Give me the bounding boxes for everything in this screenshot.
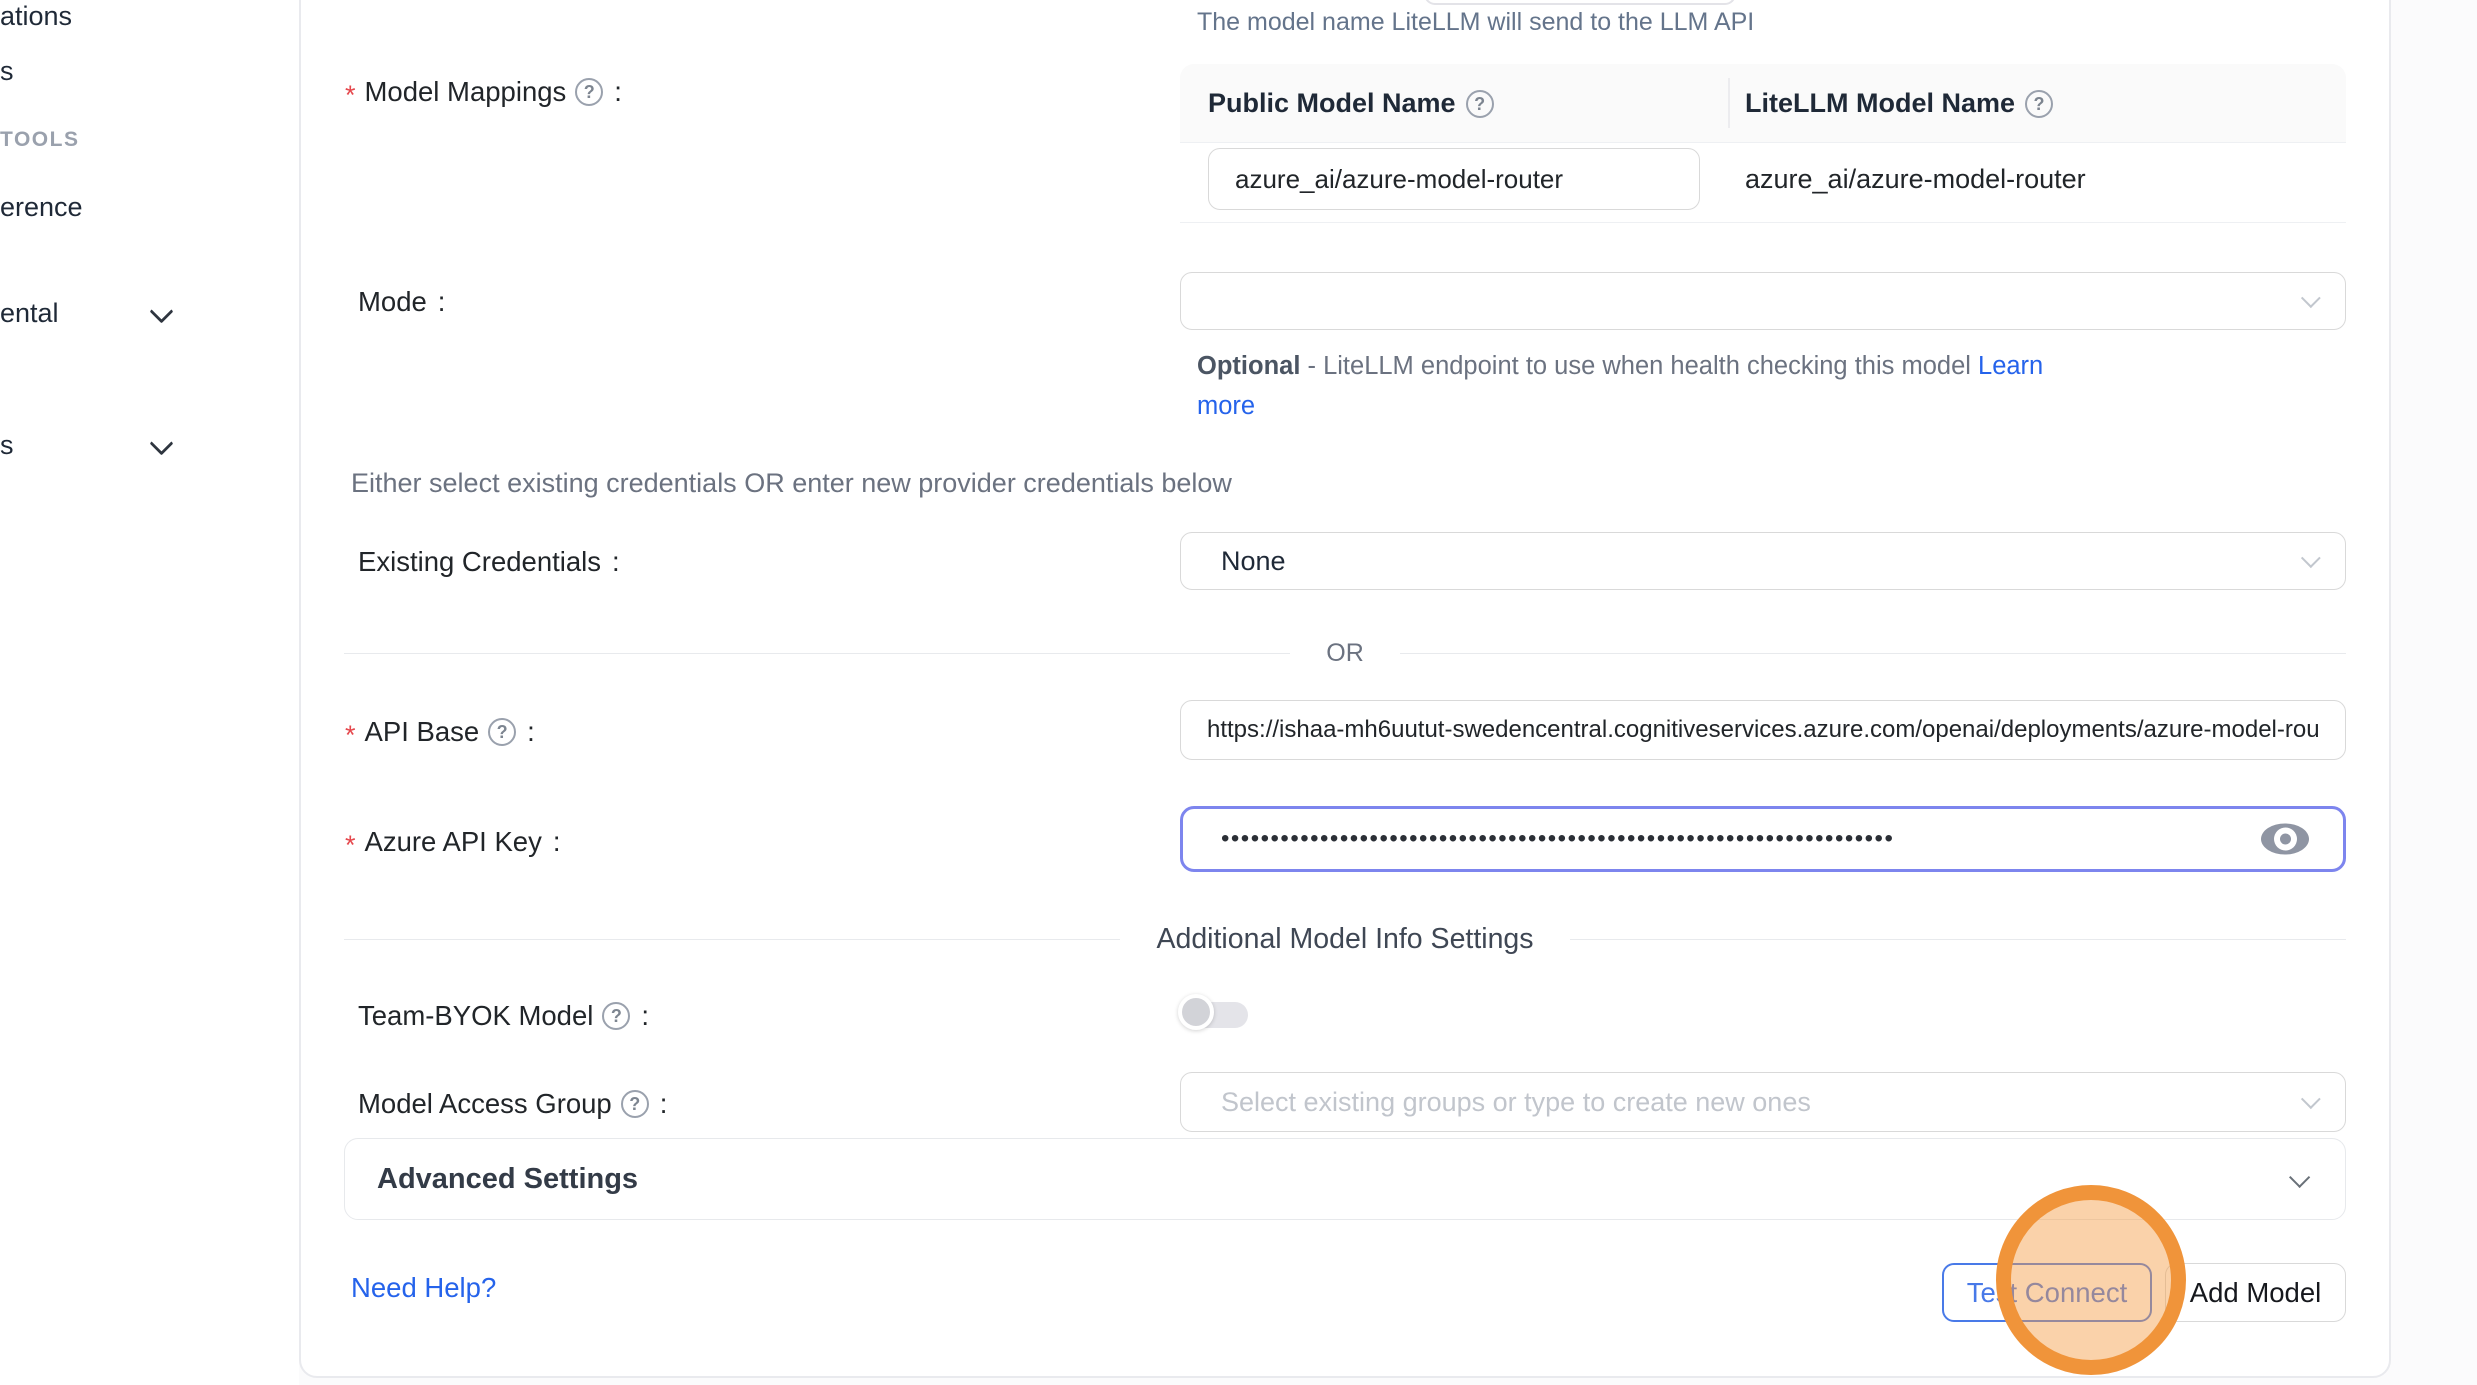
model-mappings-label-row: * Model Mappings : bbox=[345, 76, 622, 108]
add-model-page: ations s TOOLS erence ental s The model … bbox=[0, 0, 2477, 1385]
label-colon: : bbox=[614, 76, 622, 108]
azure-api-key-input[interactable]: ••••••••••••••••••••••••••••••••••••••••… bbox=[1180, 806, 2346, 872]
sidebar-item-inference[interactable]: erence bbox=[0, 192, 83, 223]
select-arrow-icon bbox=[2301, 548, 2321, 568]
azure-api-key-masked-value: ••••••••••••••••••••••••••••••••••••••••… bbox=[1183, 825, 1894, 853]
model-access-group-placeholder: Select existing groups or type to create… bbox=[1181, 1087, 1811, 1118]
sidebar-item-models[interactable]: s bbox=[0, 56, 14, 87]
chevron-down-icon[interactable] bbox=[149, 431, 173, 455]
public-model-name-header: Public Model Name bbox=[1208, 64, 1494, 143]
help-icon[interactable] bbox=[1466, 90, 1494, 118]
mode-helper-text: - LiteLLM endpoint to use when health ch… bbox=[1300, 352, 1978, 380]
learn-more-link[interactable]: Learn bbox=[1978, 352, 2043, 380]
help-icon[interactable] bbox=[2025, 90, 2053, 118]
mode-select[interactable] bbox=[1180, 272, 2346, 330]
sidebar-item-experimental[interactable]: ental bbox=[0, 298, 59, 329]
api-base-input[interactable] bbox=[1180, 700, 2346, 760]
divider-line bbox=[1570, 939, 2346, 940]
chevron-down-icon bbox=[2289, 1166, 2310, 1187]
model-access-group-select[interactable]: Select existing groups or type to create… bbox=[1180, 1072, 2346, 1132]
divider-line bbox=[1400, 653, 2346, 654]
table-row-border bbox=[1180, 222, 2346, 223]
label-colon: : bbox=[641, 1000, 649, 1032]
credentials-note: Either select existing credentials OR en… bbox=[351, 468, 1232, 499]
select-arrow-icon bbox=[2301, 288, 2321, 308]
label-colon: : bbox=[660, 1088, 668, 1120]
model-mappings-table-header: Public Model Name LiteLLM Model Name bbox=[1180, 64, 2346, 143]
sidebar-item-settings[interactable]: s bbox=[0, 430, 14, 461]
additional-info-divider: Additional Model Info Settings bbox=[344, 922, 2346, 956]
click-highlight-ring bbox=[1996, 1185, 2186, 1375]
model-access-group-label-row: Model Access Group : bbox=[358, 1088, 667, 1120]
mode-label-row: Mode : bbox=[358, 286, 445, 318]
mode-label: Mode bbox=[358, 286, 427, 318]
mode-helper-bold: Optional bbox=[1197, 352, 1300, 380]
required-asterisk: * bbox=[345, 830, 356, 861]
required-asterisk: * bbox=[345, 80, 356, 111]
required-asterisk: * bbox=[345, 720, 356, 751]
chevron-down-icon[interactable] bbox=[149, 299, 173, 323]
help-icon[interactable] bbox=[621, 1090, 649, 1118]
eye-icon[interactable] bbox=[2261, 824, 2309, 855]
need-help-link[interactable]: Need Help? bbox=[351, 1272, 496, 1304]
existing-credentials-label-row: Existing Credentials : bbox=[358, 546, 620, 578]
model-name-helper-text: The model name LiteLLM will send to the … bbox=[1197, 8, 1754, 37]
public-model-name-header-label: Public Model Name bbox=[1208, 88, 1456, 119]
label-colon: : bbox=[527, 716, 535, 748]
existing-credentials-label: Existing Credentials bbox=[358, 546, 601, 578]
advanced-settings-label: Advanced Settings bbox=[377, 1163, 638, 1196]
toggle-knob[interactable] bbox=[1178, 994, 1214, 1030]
add-model-button[interactable]: Add Model bbox=[2165, 1263, 2346, 1322]
mode-helper-line1: Optional - LiteLLM endpoint to use when … bbox=[1197, 352, 2043, 381]
help-icon[interactable] bbox=[488, 718, 516, 746]
or-divider-text: OR bbox=[1290, 639, 1400, 668]
label-colon: : bbox=[553, 826, 561, 858]
team-byok-label: Team-BYOK Model bbox=[358, 1000, 593, 1032]
api-base-label-row: * API Base : bbox=[345, 716, 535, 748]
api-base-label: API Base bbox=[365, 716, 480, 748]
or-divider: OR bbox=[344, 638, 2346, 668]
azure-api-key-label-row: * Azure API Key : bbox=[345, 826, 560, 858]
help-icon[interactable] bbox=[575, 78, 603, 106]
help-icon[interactable] bbox=[602, 1002, 630, 1030]
existing-credentials-select[interactable]: None bbox=[1180, 532, 2346, 590]
litellm-model-name-header-label: LiteLLM Model Name bbox=[1745, 88, 2015, 119]
sidebar-section-tools: TOOLS bbox=[0, 128, 79, 152]
model-mappings-label: Model Mappings bbox=[365, 76, 567, 108]
learn-more-link-line2[interactable]: more bbox=[1197, 392, 1255, 421]
sidebar-item-organizations[interactable]: ations bbox=[0, 1, 72, 32]
team-byok-label-row: Team-BYOK Model : bbox=[358, 1000, 649, 1032]
model-access-group-label: Model Access Group bbox=[358, 1088, 612, 1120]
litellm-model-name-value: azure_ai/azure-model-router bbox=[1745, 164, 2086, 195]
divider-line bbox=[344, 653, 1290, 654]
sidebar: ations s TOOLS erence ental s bbox=[0, 0, 299, 1385]
label-colon: : bbox=[438, 286, 446, 318]
litellm-model-name-header: LiteLLM Model Name bbox=[1745, 64, 2053, 143]
existing-credentials-value: None bbox=[1181, 546, 1286, 577]
label-colon: : bbox=[612, 546, 620, 578]
header-column-divider bbox=[1728, 78, 1730, 128]
additional-info-divider-text: Additional Model Info Settings bbox=[1120, 923, 1569, 956]
select-arrow-icon bbox=[2301, 1089, 2321, 1109]
cutoff-field-fragment bbox=[1424, 0, 1736, 5]
public-model-name-input[interactable] bbox=[1208, 148, 1700, 210]
divider-line bbox=[344, 939, 1120, 940]
azure-api-key-label: Azure API Key bbox=[365, 826, 542, 858]
